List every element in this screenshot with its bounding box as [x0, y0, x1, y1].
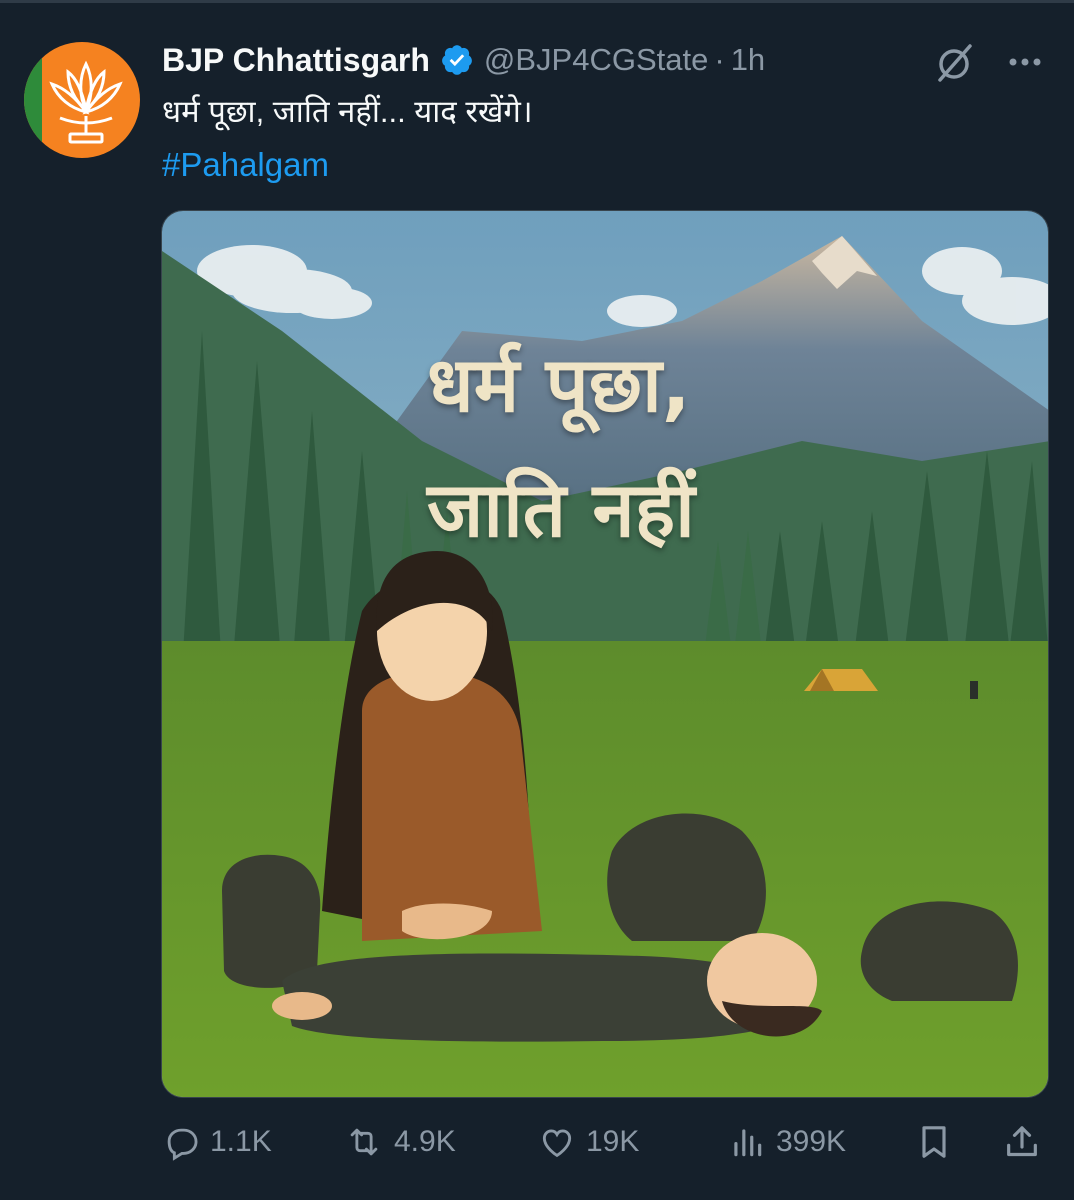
bag-left	[222, 854, 321, 988]
verified-badge-icon[interactable]	[440, 43, 474, 77]
action-bar: 1.1K 4.9K 19K 399K	[0, 1112, 1074, 1172]
tweet-text: धर्म पूछा, जाति नहीं... याद रखेंगे।	[162, 94, 533, 129]
views-button[interactable]: 399K	[728, 1112, 846, 1172]
repost-icon	[350, 1128, 378, 1156]
share-icon	[1007, 1126, 1037, 1157]
heart-icon	[542, 1129, 572, 1158]
hashtag-link[interactable]: #Pahalgam	[162, 142, 329, 188]
like-count: 19K	[586, 1125, 640, 1158]
like-button[interactable]: 19K	[538, 1112, 639, 1172]
more-options-icon[interactable]	[1000, 40, 1050, 84]
lotus-logo-icon	[49, 60, 123, 144]
repost-button[interactable]: 4.9K	[344, 1112, 456, 1172]
repost-count: 4.9K	[394, 1125, 456, 1158]
avatar-green-stripe	[24, 42, 42, 158]
bookmark-icon	[922, 1126, 946, 1158]
bookmark-button[interactable]	[914, 1112, 964, 1172]
overlay-line-1: धर्म पूछा,	[427, 340, 691, 429]
avatar[interactable]	[24, 42, 140, 158]
tweet-header: BJP Chhattisgarh @BJP4CGState · 1h	[162, 38, 765, 82]
tweet[interactable]: BJP Chhattisgarh @BJP4CGState · 1h धर्म …	[0, 0, 1074, 1200]
separator-dot: ·	[714, 42, 725, 77]
bag-center	[607, 813, 766, 941]
grok-icon[interactable]	[932, 40, 976, 84]
share-button[interactable]	[1002, 1112, 1052, 1172]
handle[interactable]: @BJP4CGState	[484, 42, 708, 78]
overlay-line-2: जाति नहीं	[427, 465, 695, 554]
timestamp[interactable]: 1h	[731, 42, 765, 78]
display-name[interactable]: BJP Chhattisgarh	[162, 42, 430, 79]
reply-icon	[167, 1128, 198, 1161]
view-count: 399K	[776, 1125, 847, 1158]
views-chart-icon	[734, 1129, 762, 1157]
reply-count: 1.1K	[210, 1125, 272, 1158]
reply-button[interactable]: 1.1K	[162, 1112, 272, 1172]
tweet-image[interactable]: धर्म पूछा, जाति नहीं	[161, 210, 1049, 1098]
